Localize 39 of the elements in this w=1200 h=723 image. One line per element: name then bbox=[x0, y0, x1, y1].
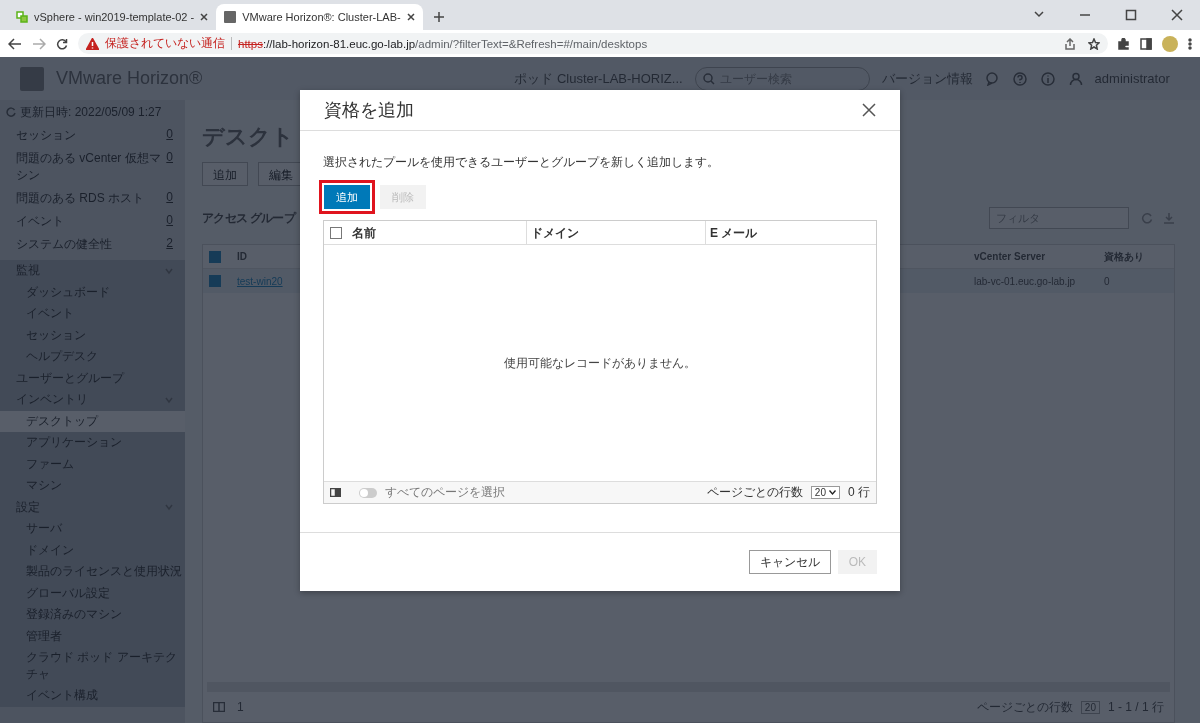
browser-tab[interactable]: vSphere - win2019-template-02 - bbox=[8, 4, 217, 30]
desktop-link[interactable]: test-win20 bbox=[237, 275, 283, 287]
caret-icon bbox=[829, 490, 836, 495]
cancel-button[interactable]: キャンセル bbox=[748, 550, 831, 574]
grid-logo-icon bbox=[16, 11, 28, 23]
back-arrow-icon[interactable] bbox=[8, 37, 22, 50]
rows-per-page-select[interactable]: 20 bbox=[810, 486, 840, 499]
empty-message: 使用可能なレコードがありません。 bbox=[504, 354, 696, 372]
close-icon[interactable] bbox=[1171, 9, 1183, 21]
close-icon[interactable] bbox=[406, 13, 415, 21]
row-count: 0 行 bbox=[848, 484, 870, 501]
warning-icon bbox=[86, 37, 99, 50]
kebab-menu-icon[interactable] bbox=[1188, 37, 1192, 50]
toggle-switch[interactable] bbox=[359, 487, 377, 498]
address-bar[interactable]: 保護されていない通信 https://lab-horizon-81.euc.go-lab.jp/admin/?filterText=&Refresh=#/main/desktops bbox=[78, 33, 1108, 54]
toggle-label: すべてのページを選択 bbox=[385, 484, 505, 501]
close-icon[interactable] bbox=[200, 13, 209, 21]
dialog-description: 選択されたプールを使用できるユーザーとグループを新しく追加します。 bbox=[323, 155, 720, 170]
square-logo-icon bbox=[224, 11, 237, 23]
column-header[interactable]: 名前 bbox=[352, 224, 376, 242]
column-header[interactable]: ドメイン bbox=[531, 224, 579, 242]
column-header[interactable]: E メール bbox=[710, 224, 758, 242]
close-button[interactable] bbox=[862, 103, 876, 117]
columns-icon[interactable] bbox=[330, 488, 341, 497]
close-icon bbox=[862, 103, 876, 117]
reload-icon[interactable] bbox=[56, 37, 68, 50]
star-icon[interactable] bbox=[1088, 37, 1100, 50]
add-button[interactable]: 追加 bbox=[324, 185, 370, 209]
select-all-checkbox[interactable] bbox=[330, 227, 342, 239]
puzzle-piece-icon[interactable] bbox=[1118, 37, 1130, 50]
url-text: https://lab-horizon-81.euc.go-lab.jp/admin/?filterText=&Refresh=#/main/desktops bbox=[238, 37, 648, 50]
browser-tab[interactable]: VMware Horizon®: Cluster-LAB- bbox=[216, 4, 423, 30]
share-icon[interactable] bbox=[1064, 37, 1076, 50]
security-warning-label: 保護されていない通信 bbox=[105, 36, 225, 51]
maximize-icon[interactable] bbox=[1125, 9, 1137, 21]
plus-icon[interactable] bbox=[432, 11, 445, 23]
rows-per-page-label: ページごとの行数 bbox=[706, 484, 803, 501]
dialog-title: 資格を追加 bbox=[324, 99, 414, 122]
side-panel-icon[interactable] bbox=[1140, 37, 1152, 50]
